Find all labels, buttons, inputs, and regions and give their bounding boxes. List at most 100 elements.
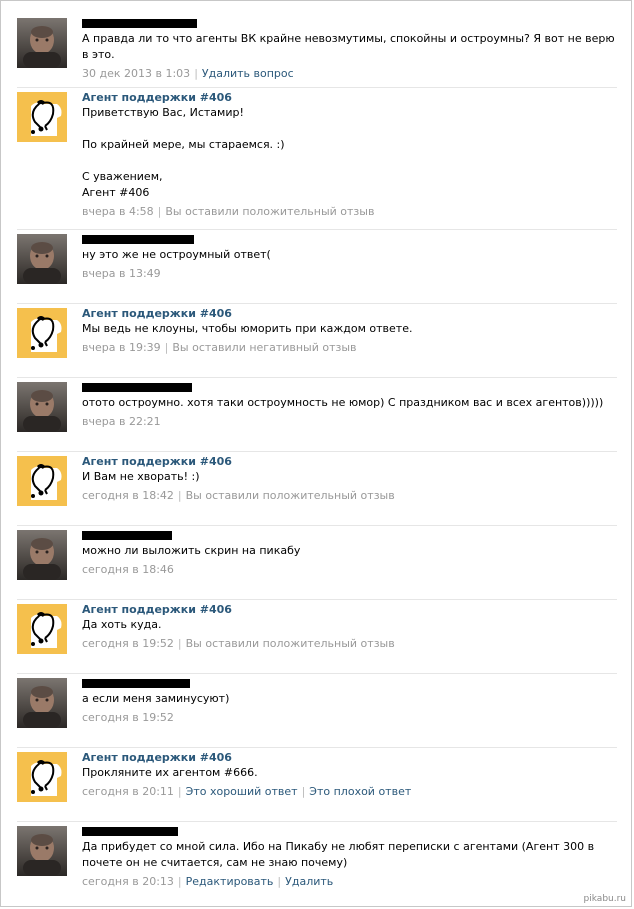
separator: |: [177, 875, 182, 888]
message-meta: вчера в 13:49: [82, 267, 617, 281]
message-content: Агент поддержки #406 Прокляните их агенто…: [82, 748, 617, 821]
message-text-line: Прокляните их агентом #666.: [82, 766, 258, 779]
redacted-name-bar: [82, 530, 172, 540]
agent-message: Агент поддержки #406 Приветствую Вас, Ист…: [17, 87, 617, 229]
user-message: ну это же не остроумный ответ( вчера в 13…: [17, 229, 617, 303]
message-timestamp[interactable]: сегодня в 20:13: [82, 875, 174, 888]
action-link[interactable]: Это хороший ответ: [186, 785, 298, 798]
message-timestamp[interactable]: вчера в 13:49: [82, 267, 161, 280]
message-timestamp[interactable]: вчера в 19:39: [82, 341, 161, 354]
message-meta: сегодня в 18:46: [82, 563, 617, 577]
message-meta: вчера в 22:21: [82, 415, 617, 429]
message-author[interactable]: [82, 17, 617, 29]
separator: |: [177, 489, 182, 502]
message-timestamp[interactable]: сегодня в 18:42: [82, 489, 174, 502]
message-meta: сегодня в 20:13 | Редактировать | Удалить: [82, 875, 617, 889]
agent-avatar[interactable]: [17, 456, 67, 506]
user-message: можно ли выложить скрин на пикабу сегодня…: [17, 525, 617, 599]
message-content: А правда ли то что агенты ВК крайне нево…: [82, 14, 617, 87]
message-author[interactable]: Агент поддержки #406: [82, 751, 617, 764]
action-link[interactable]: Удалить: [285, 875, 333, 888]
user-avatar[interactable]: [17, 826, 67, 876]
separator: |: [177, 785, 182, 798]
user-avatar[interactable]: [17, 382, 67, 432]
agent-avatar-art: [31, 100, 62, 136]
message-text: ну это же не остроумный ответ(: [82, 247, 617, 263]
message-author[interactable]: Агент поддержки #406: [82, 91, 617, 104]
agent-avatar[interactable]: [17, 308, 67, 358]
author-name[interactable]: Агент поддержки #406: [82, 455, 232, 468]
user-avatar[interactable]: [17, 18, 67, 68]
message-meta: вчера в 19:39 | Вы оставили негативный отз…: [82, 341, 617, 355]
message-text-line: отото остроумно. хотя таки остроумность …: [82, 396, 604, 409]
user-avatar[interactable]: [17, 678, 67, 728]
message-text-line: Да прибудет со мной сила. Ибо на Пикабу …: [82, 840, 595, 869]
action-link[interactable]: Редактировать: [186, 875, 274, 888]
message-meta: сегодня в 19:52 | Вы оставили положительны…: [82, 637, 617, 651]
user-message: Да прибудет со мной сила. Ибо на Пикабу …: [17, 821, 617, 905]
message-content: Агент поддержки #406 И Вам не хворать! :)…: [82, 452, 617, 525]
message-author[interactable]: [82, 233, 617, 245]
agent-avatar[interactable]: [17, 752, 67, 802]
message-author[interactable]: Агент поддержки #406: [82, 455, 617, 468]
message-timestamp[interactable]: сегодня в 20:11: [82, 785, 174, 798]
agent-avatar[interactable]: [17, 92, 67, 142]
message-author[interactable]: [82, 677, 617, 689]
feedback-status: Вы оставили положительный отзыв: [165, 205, 375, 218]
action-link[interactable]: Это плохой ответ: [309, 785, 411, 798]
user-avatar[interactable]: [17, 234, 67, 284]
message-text-line: Мы ведь не клоуны, чтобы юморить при каж…: [82, 322, 413, 335]
message-text-line: Да хоть куда.: [82, 618, 162, 631]
message-text-line: По крайней мере, мы стараемся. :): [82, 138, 285, 151]
user-message: а если меня заминусуют) сегодня в 19:52: [17, 673, 617, 747]
message-content: а если меня заминусуют) сегодня в 19:52: [82, 674, 617, 747]
redacted-name-bar: [82, 18, 197, 28]
user-message: отото остроумно. хотя таки остроумность …: [17, 377, 617, 451]
user-avatar-art: [23, 242, 61, 284]
redacted-name-bar: [82, 826, 178, 836]
message-content: Агент поддержки #406 Мы ведь не клоуны, ч…: [82, 304, 617, 377]
message-text-line: Агент #406: [82, 186, 150, 199]
author-name[interactable]: Агент поддержки #406: [82, 603, 232, 616]
redacted-name-bar: [82, 234, 194, 244]
message-author[interactable]: [82, 381, 617, 393]
message-timestamp[interactable]: сегодня в 18:46: [82, 563, 174, 576]
author-name[interactable]: Агент поддержки #406: [82, 91, 232, 104]
message-timestamp[interactable]: сегодня в 19:52: [82, 637, 174, 650]
message-timestamp[interactable]: вчера в 4:58: [82, 205, 154, 218]
message-timestamp[interactable]: вчера в 22:21: [82, 415, 161, 428]
agent-avatar[interactable]: [17, 604, 67, 654]
agent-message: Агент поддержки #406 Да хоть куда. сегодня…: [17, 599, 617, 673]
message-text: Прокляните их агентом #666.: [82, 765, 617, 781]
user-avatar-art: [23, 26, 61, 68]
message-text-line: А правда ли то что агенты ВК крайне нево…: [82, 32, 615, 61]
agent-avatar-art: [31, 760, 62, 796]
message-author[interactable]: [82, 529, 617, 541]
message-text-line: Приветствую Вас, Истамир!: [82, 106, 244, 119]
message-text: Мы ведь не клоуны, чтобы юморить при каж…: [82, 321, 617, 337]
message-text: Да хоть куда.: [82, 617, 617, 633]
message-content: можно ли выложить скрин на пикабу сегодня…: [82, 526, 617, 599]
user-avatar-art: [23, 538, 61, 580]
agent-avatar-art: [31, 612, 62, 648]
feedback-status: Вы оставили положительный отзыв: [185, 637, 395, 650]
user-avatar-art: [23, 834, 61, 876]
message-meta: сегодня в 18:42 | Вы оставили положительны…: [82, 489, 617, 503]
message-text-line: ну это же не остроумный ответ(: [82, 248, 271, 261]
message-text: И Вам не хворать! :): [82, 469, 617, 485]
author-name[interactable]: Агент поддержки #406: [82, 307, 232, 320]
message-text-line: И Вам не хворать! :): [82, 470, 200, 483]
separator: |: [164, 341, 169, 354]
author-name[interactable]: Агент поддержки #406: [82, 751, 232, 764]
message-timestamp[interactable]: 30 дек 2013 в 1:03: [82, 67, 190, 80]
message-timestamp[interactable]: сегодня в 19:52: [82, 711, 174, 724]
action-link[interactable]: Удалить вопрос: [202, 67, 294, 80]
message-author[interactable]: Агент поддержки #406: [82, 603, 617, 616]
message-meta: 30 дек 2013 в 1:03 | Удалить вопрос: [82, 67, 617, 81]
message-author[interactable]: Агент поддержки #406: [82, 307, 617, 320]
message-text: Приветствую Вас, Истамир! По крайней мере…: [82, 105, 617, 201]
watermark: pikabu.ru: [583, 894, 626, 904]
message-author[interactable]: [82, 825, 617, 837]
user-avatar[interactable]: [17, 530, 67, 580]
message-text-line: можно ли выложить скрин на пикабу: [82, 544, 301, 557]
